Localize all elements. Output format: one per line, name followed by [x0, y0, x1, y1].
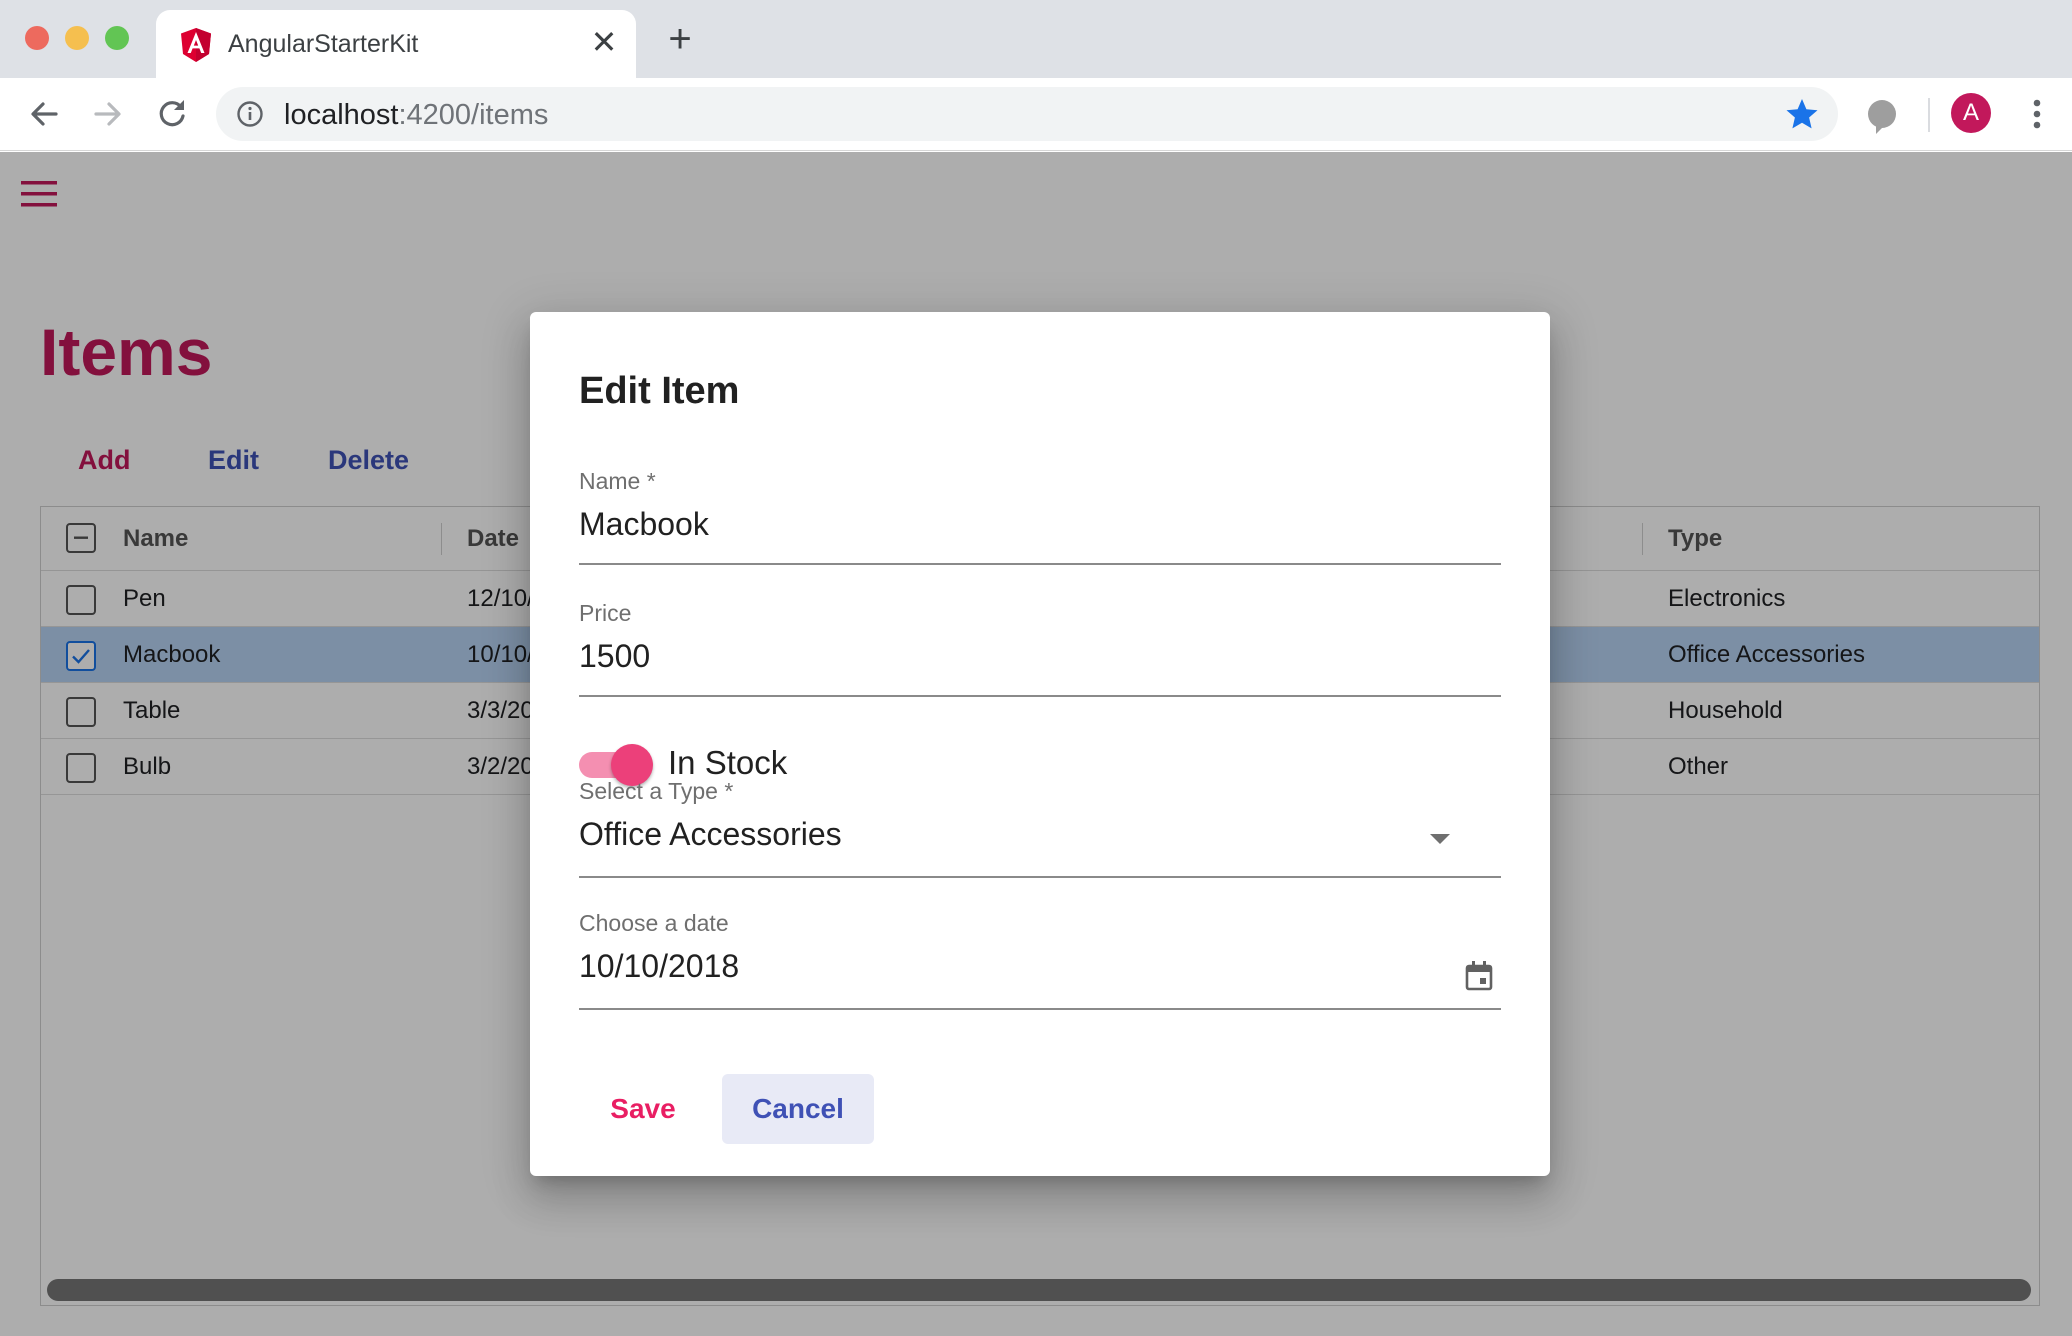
profile-avatar[interactable]: A — [1951, 93, 1991, 133]
date-underline — [579, 1008, 1501, 1010]
price-underline — [579, 695, 1501, 697]
type-label: Select a Type * — [579, 778, 734, 804]
angular-logo-icon — [180, 28, 212, 62]
name-label: Name * — [579, 468, 656, 494]
tab-title: AngularStarterKit — [228, 30, 419, 58]
browser-tab-strip: AngularStarterKit ✕ + — [0, 0, 2072, 78]
window-close-button[interactable] — [25, 26, 49, 50]
reload-icon[interactable] — [150, 92, 194, 136]
url-text: localhost:4200/items — [284, 99, 548, 132]
name-input[interactable]: Macbook — [579, 506, 709, 543]
tab-close-icon[interactable]: ✕ — [586, 24, 622, 60]
date-label: Choose a date — [579, 910, 729, 936]
new-tab-button[interactable]: + — [662, 19, 698, 59]
dialog-title: Edit Item — [579, 370, 740, 412]
calendar-icon[interactable] — [1464, 960, 1494, 992]
cancel-button[interactable]: Cancel — [722, 1074, 874, 1144]
kebab-menu-icon[interactable] — [2022, 94, 2052, 134]
dropdown-arrow-icon[interactable] — [1430, 834, 1450, 844]
url-host: localhost — [284, 99, 399, 131]
save-button[interactable]: Save — [579, 1074, 707, 1144]
type-underline — [579, 876, 1501, 878]
date-field[interactable]: Choose a date 10/10/2018 — [579, 910, 1501, 1022]
edit-item-dialog: Edit Item Name * Macbook Price 1500 In S… — [530, 312, 1550, 1176]
back-icon[interactable] — [22, 92, 66, 136]
price-input[interactable]: 1500 — [579, 638, 650, 675]
price-label: Price — [579, 600, 632, 626]
toolbar-separator — [1928, 98, 1930, 132]
window-zoom-button[interactable] — [105, 26, 129, 50]
date-input[interactable]: 10/10/2018 — [579, 948, 739, 985]
forward-icon[interactable] — [86, 92, 130, 136]
name-underline — [579, 563, 1501, 565]
browser-toolbar: localhost:4200/items A — [0, 78, 2072, 151]
browser-tab-active[interactable]: AngularStarterKit ✕ — [156, 10, 636, 78]
in-stock-label[interactable]: In Stock — [668, 744, 787, 782]
address-bar[interactable]: localhost:4200/items — [216, 87, 1838, 141]
type-select[interactable]: Select a Type * Office Accessories — [579, 778, 1501, 890]
name-field[interactable]: Name * Macbook — [579, 468, 1501, 580]
bookmark-star-icon[interactable] — [1784, 96, 1820, 132]
window-minimize-button[interactable] — [65, 26, 89, 50]
type-selected-value[interactable]: Office Accessories — [579, 816, 842, 853]
info-icon[interactable] — [236, 100, 264, 128]
price-field[interactable]: Price 1500 — [579, 600, 1501, 712]
url-path: :4200/items — [398, 99, 549, 131]
extension-icon[interactable] — [1862, 96, 1902, 136]
app-viewport: Items Add Edit Delete Name Date Type Pen… — [0, 152, 2072, 1336]
